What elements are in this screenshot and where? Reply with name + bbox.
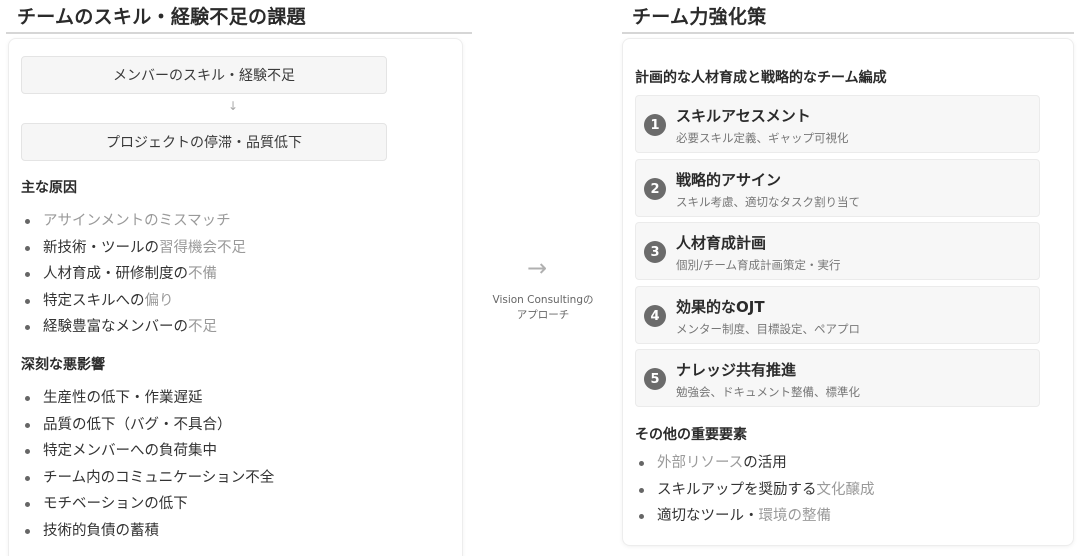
bullet-icon [639, 461, 644, 466]
impact-item: チーム内のコミュニケーション不全 [21, 465, 274, 492]
right-arrow-icon: → [527, 254, 548, 282]
bullet-icon [639, 487, 644, 493]
cause-item: 人材育成・研修制度の不備 [21, 261, 246, 288]
other-item: スキルアップを奨励する文化醸成 [635, 477, 875, 504]
causes-list: アサインメントのミスマッチ 新技術・ツールの習得機会不足 人材育成・研修制度の不… [21, 208, 246, 341]
impact-item: 特定メンバーへの負荷集中 [21, 438, 274, 465]
others-title: その他の重要要素 [635, 427, 747, 443]
impact-item: 生産性の低下・作業遅延 [21, 385, 274, 412]
step-description: スキル考慮、適切なタスク割り当て [676, 195, 860, 209]
bullet-icon [25, 422, 30, 428]
left-heading: チームのスキル・経験不足の課題 [17, 6, 306, 28]
bullet-icon [25, 219, 30, 224]
bullet-icon [25, 396, 30, 401]
impact-item: 技術的負債の蓄積 [21, 518, 274, 545]
impact-item: 品質の低下（バグ・不具合） [21, 412, 274, 439]
flow-down-arrow-icon: ↓ [228, 99, 239, 113]
step-number-badge: 4 [644, 305, 666, 327]
right-heading-divider [622, 32, 1074, 34]
step-description: 勉強会、ドキュメント整備、標準化 [676, 385, 860, 399]
step-description: 個別/チーム育成計画策定・実行 [676, 258, 841, 272]
step-number-badge: 3 [644, 241, 666, 263]
bullet-icon [25, 325, 30, 330]
step-description: 必要スキル定義、ギャップ可視化 [676, 131, 849, 145]
other-item: 外部リソースの活用 [635, 450, 875, 477]
bullet-icon [639, 514, 644, 519]
right-heading: チーム力強化策 [632, 6, 767, 28]
flow-cause-box: メンバーのスキル・経験不足 [21, 56, 387, 94]
impact-item: モチベーションの低下 [21, 491, 274, 518]
step-card: 2 戦略的アサイン スキル考慮、適切なタスク割り当て [635, 159, 1040, 217]
step-card: 3 人材育成計画 個別/チーム育成計画策定・実行 [635, 222, 1040, 280]
step-title: ナレッジ共有推進 [676, 361, 797, 379]
bullet-icon [25, 475, 30, 481]
step-title: 効果的なOJT [676, 298, 765, 316]
other-item: 適切なツール・環境の整備 [635, 503, 875, 530]
step-card: 5 ナレッジ共有推進 勉強会、ドキュメント整備、標準化 [635, 349, 1040, 407]
impacts-title: 深刻な悪影響 [21, 357, 105, 373]
step-description: メンター制度、目標設定、ペアプロ [676, 322, 860, 336]
cause-item: 経験豊富なメンバーの不足 [21, 314, 246, 341]
step-number-badge: 2 [644, 178, 666, 200]
left-heading-divider [6, 32, 472, 34]
step-title: スキルアセスメント [676, 107, 811, 125]
cause-item: アサインメントのミスマッチ [21, 208, 246, 235]
bullet-icon [25, 528, 30, 534]
bullet-icon [25, 245, 30, 251]
causes-title: 主な原因 [21, 180, 77, 196]
others-list: 外部リソースの活用 スキルアップを奨励する文化醸成 適切なツール・環境の整備 [635, 450, 875, 530]
step-card: 4 効果的なOJT メンター制度、目標設定、ペアプロ [635, 286, 1040, 344]
step-title: 人材育成計画 [676, 234, 767, 252]
impacts-list: 生産性の低下・作業遅延 品質の低下（バグ・不具合） 特定メンバーへの負荷集中 チ… [21, 385, 274, 544]
step-number-badge: 1 [644, 114, 666, 136]
bullet-icon [25, 449, 30, 454]
step-number-badge: 5 [644, 368, 666, 390]
step-title: 戦略的アサイン [676, 171, 782, 189]
problem-panel: メンバーのスキル・経験不足 ↓ プロジェクトの停滞・品質低下 主な原因 アサイン… [8, 38, 463, 556]
step-card: 1 スキルアセスメント 必要スキル定義、ギャップ可視化 [635, 95, 1040, 153]
cause-item: 特定スキルへの偏り [21, 288, 246, 315]
cause-item: 新技術・ツールの習得機会不足 [21, 235, 246, 262]
flow-effect-box: プロジェクトの停滞・品質低下 [21, 123, 387, 161]
bullet-icon [25, 298, 30, 304]
bullet-icon [25, 502, 30, 507]
approach-caption: Vision Consultingの アプローチ [492, 294, 594, 321]
solution-subtitle: 計画的な人材育成と戦略的なチーム編成 [635, 70, 887, 86]
bullet-icon [25, 272, 30, 277]
solution-panel: 計画的な人材育成と戦略的なチーム編成 1 スキルアセスメント 必要スキル定義、ギ… [622, 38, 1074, 546]
